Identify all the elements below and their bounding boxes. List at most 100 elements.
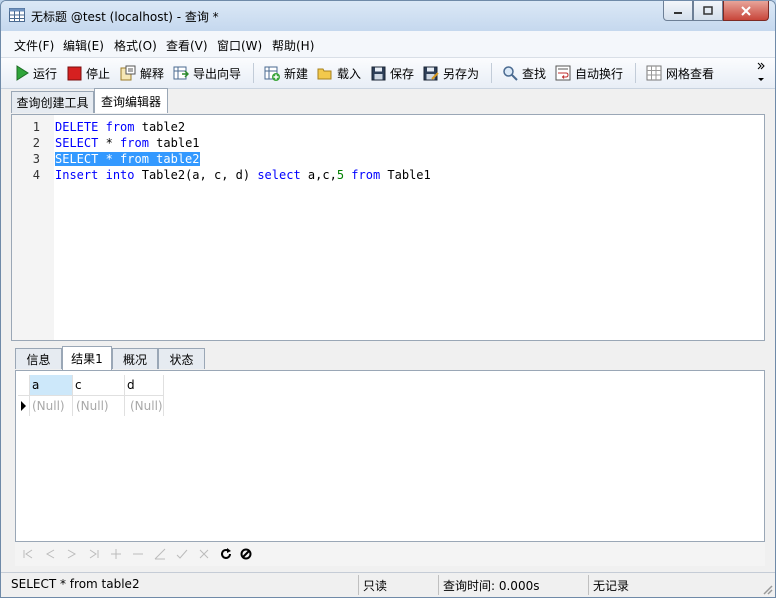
save-button[interactable]: 保存	[371, 64, 414, 82]
export-wizard-label: 导出向导	[193, 66, 242, 81]
explain-icon	[120, 65, 136, 81]
stop-icon	[67, 66, 82, 80]
edit-icon	[154, 548, 166, 560]
code-token: select	[257, 168, 301, 182]
explain-button[interactable]: 解释	[120, 64, 164, 82]
load-label: 载入	[337, 66, 362, 81]
run-button[interactable]: 运行	[15, 64, 57, 82]
previous-record-button[interactable]	[42, 546, 58, 562]
sql-editor[interactable]: 1 DELETE from table2 2 SELECT * from table1…	[11, 114, 765, 341]
apply-changes-button[interactable]	[174, 546, 190, 562]
tab-query-editor[interactable]: 查询编辑器	[94, 88, 168, 113]
result-grid-panel: a c d (Null) (Null) (Null)	[15, 370, 765, 542]
code-token: from	[120, 136, 149, 150]
double-chevron-icon	[757, 62, 765, 81]
stop-label: 停止	[86, 66, 111, 81]
menu-help[interactable]: 帮助(H)	[272, 37, 314, 54]
search-icon	[503, 66, 518, 81]
save-icon	[371, 66, 386, 80]
find-button[interactable]: 查找	[502, 64, 546, 82]
menu-format[interactable]: 格式(O)	[114, 37, 157, 54]
status-separator	[588, 575, 589, 595]
toolbar-overflow-button[interactable]	[757, 60, 765, 84]
code-token: table2	[134, 120, 186, 134]
grid-cell-c[interactable]: (Null)	[73, 395, 125, 416]
status-separator	[358, 575, 359, 595]
last-record-button[interactable]	[86, 546, 102, 562]
minimize-icon	[674, 11, 682, 14]
tab-profile[interactable]: 概况	[112, 348, 158, 369]
editor-tabs: 查询创建工具 查询编辑器	[1, 88, 775, 114]
minimize-button[interactable]	[663, 1, 693, 21]
line-number: 1	[32, 120, 40, 134]
discard-changes-button[interactable]	[196, 546, 212, 562]
refresh-button[interactable]	[218, 546, 234, 562]
code-line[interactable]: 3 SELECT * from table2	[12, 151, 764, 167]
tab-result-1[interactable]: 结果1	[62, 346, 112, 370]
export-wizard-button[interactable]: 导出向导	[173, 64, 241, 82]
menu-window[interactable]: 窗口(W)	[217, 37, 262, 54]
code-text: DELETE from table2	[55, 119, 185, 135]
save-as-button[interactable]: 另存为	[423, 64, 479, 82]
next-record-button[interactable]	[64, 546, 80, 562]
stop-fetch-button[interactable]	[238, 546, 254, 562]
tab-query-builder[interactable]: 查询创建工具	[11, 91, 94, 113]
close-icon	[741, 5, 751, 16]
add-record-button[interactable]	[108, 546, 124, 562]
tab-status[interactable]: 状态	[158, 348, 205, 369]
minus-icon	[133, 553, 143, 555]
run-label: 运行	[33, 66, 58, 81]
stop-button[interactable]: 停止	[67, 64, 110, 82]
app-icon	[9, 8, 25, 22]
column-header-a[interactable]: a	[30, 375, 73, 395]
result-tabs: 信息 结果1 概况 状态	[1, 346, 775, 370]
code-token: from	[105, 120, 135, 134]
column-header-c[interactable]: c	[73, 375, 125, 395]
menu-edit[interactable]: 编辑(E)	[63, 37, 104, 54]
code-text: Insert into Table2(a, c, d) select a,c,5…	[55, 167, 431, 183]
grid-cell-a[interactable]: (Null)	[30, 395, 73, 416]
menu-view[interactable]: 查看(V)	[166, 37, 208, 54]
code-token: table1	[148, 136, 200, 150]
explain-label: 解释	[140, 66, 165, 81]
first-record-button[interactable]	[20, 546, 36, 562]
code-token: Table1	[380, 168, 431, 182]
last-icon	[89, 549, 99, 559]
code-token: Table2(a, c, d)	[134, 168, 258, 182]
column-header-d[interactable]: d	[125, 375, 164, 395]
folder-icon	[317, 68, 332, 80]
status-mode: 只读	[363, 579, 388, 593]
cross-icon	[199, 549, 209, 559]
tab-info[interactable]: 信息	[15, 348, 62, 369]
code-line[interactable]: 4 Insert into Table2(a, c, d) select a,c,…	[12, 167, 764, 183]
cancel-icon	[240, 548, 252, 560]
line-number: 2	[32, 136, 40, 150]
code-token: *	[98, 136, 121, 150]
grid-icon	[646, 65, 662, 81]
toolbar-separator	[635, 63, 636, 83]
selected-text: SELECT * from table2	[55, 152, 200, 166]
title-bar: 无标题 @test (localhost) - 查询 *	[1, 1, 775, 31]
new-button[interactable]: 新建	[264, 64, 308, 82]
code-line[interactable]: 1 DELETE from table2	[12, 119, 764, 135]
code-line[interactable]: 2 SELECT * from table1	[12, 135, 764, 151]
save-as-label: 另存为	[443, 66, 480, 81]
status-record-count: 无记录	[593, 579, 630, 593]
new-query-icon	[264, 66, 280, 81]
resize-grip-icon[interactable]	[761, 583, 773, 595]
word-wrap-button[interactable]: 自动换行	[555, 64, 623, 82]
close-button[interactable]	[723, 1, 769, 21]
menu-file[interactable]: 文件(F)	[14, 37, 54, 54]
load-button[interactable]: 载入	[317, 64, 361, 82]
grid-view-button[interactable]: 网格查看	[646, 64, 714, 82]
delete-record-button[interactable]	[130, 546, 146, 562]
code-token: DELETE	[55, 120, 99, 134]
window-title: 无标题 @test (localhost) - 查询 *	[31, 10, 219, 24]
maximize-button[interactable]	[693, 1, 723, 21]
app-window: 无标题 @test (localhost) - 查询 * 文件(F) 编辑(E)…	[0, 0, 776, 598]
grid-cell-d[interactable]: (Null)	[125, 395, 164, 416]
status-separator	[438, 575, 439, 595]
check-icon	[176, 549, 188, 559]
edit-record-button[interactable]	[152, 546, 168, 562]
